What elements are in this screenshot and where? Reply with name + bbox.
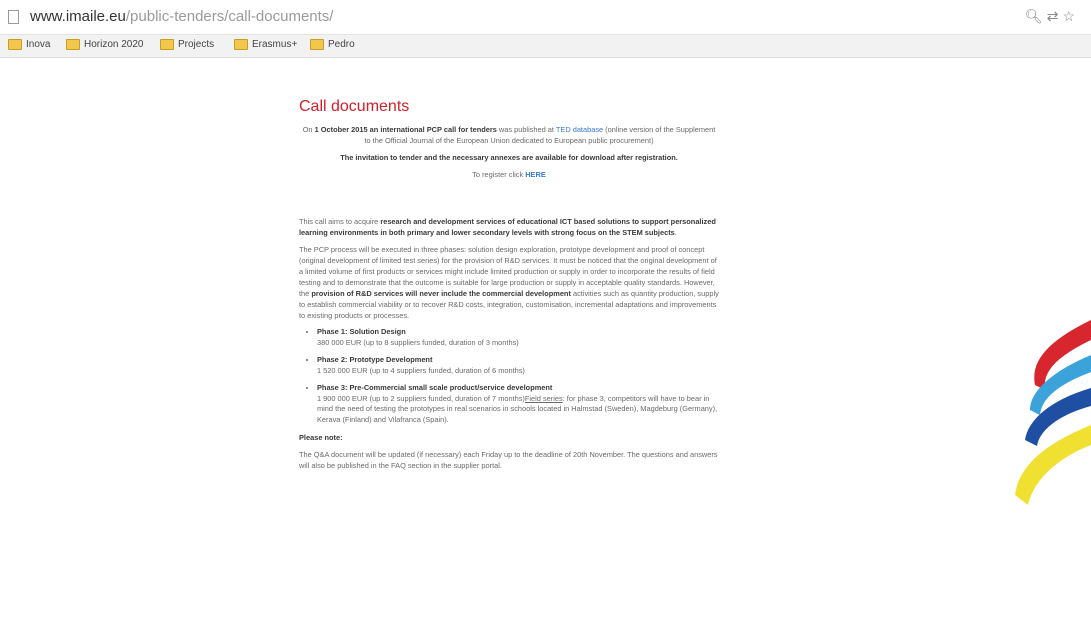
intro-paragraph: On 1 October 2015 an international PCP c… (299, 124, 719, 146)
list-item: Phase 1: Solution Design380 000 EUR (up … (317, 327, 719, 348)
bookmark-projects[interactable]: Projects (160, 39, 214, 50)
download-notice: The invitation to tender and the necessa… (340, 153, 678, 162)
folder-icon (310, 39, 324, 50)
text: was published at (496, 125, 556, 134)
phase-detail: 1 900 000 EUR (up to 2 suppliers funded,… (317, 394, 719, 426)
bookmark-pedro[interactable]: Pedro (310, 39, 355, 50)
text: 1 900 000 EUR (up to 2 suppliers funded,… (317, 393, 525, 403)
url-domain: www.imaile.eu (30, 8, 126, 25)
note-label: Please note: (299, 433, 343, 442)
phase-title: Phase 2: Prototype Development (317, 355, 433, 364)
zoom-icon[interactable]: 🔍︎ (1025, 8, 1047, 24)
aim-paragraph: This call aims to acquire research and d… (299, 216, 719, 238)
bookmarks-bar: Inova Horizon 2020 Projects Erasmus+ Ped… (0, 35, 1091, 58)
phase-detail: 1 520 000 EUR (up to 4 suppliers funded,… (317, 365, 525, 375)
register-here-link[interactable]: HERE (525, 170, 546, 179)
star-icon[interactable]: ☆ (1062, 8, 1079, 24)
bookmark-label: Pedro (328, 39, 355, 50)
folder-icon (234, 39, 248, 50)
list-item: Phase 2: Prototype Development1 520 000 … (317, 355, 719, 376)
phase-title: Phase 3: Pre-Commercial small scale prod… (317, 383, 553, 392)
bookmark-label: Erasmus+ (252, 39, 298, 50)
field-series-link[interactable]: Field series (525, 394, 563, 403)
phase-title: Phase 1: Solution Design (317, 327, 406, 336)
url-path: /public-tenders/call-documents/ (125, 8, 334, 25)
phase-detail: 380 000 EUR (up to 8 suppliers funded, d… (317, 337, 519, 347)
bookmark-erasmus[interactable]: Erasmus+ (234, 39, 297, 50)
bold-text: 1 October 2015 an international PCP call… (314, 125, 497, 134)
note-text: The Q&A document will be updated (if nec… (299, 450, 718, 470)
text: On (302, 125, 315, 134)
translate-icon[interactable]: ⇄ (1047, 8, 1063, 24)
text: To register click (472, 170, 526, 179)
bookmark-label: Horizon 2020 (84, 39, 144, 50)
folder-icon (66, 39, 80, 50)
bookmark-inova[interactable]: Inova (8, 39, 50, 50)
main-content: Call documents On 1 October 2015 an inte… (299, 98, 719, 477)
register-paragraph: To register click HERE (299, 169, 719, 180)
bookmark-label: Inova (26, 39, 51, 50)
list-item: Phase 3: Pre-Commercial small scale prod… (317, 383, 719, 425)
phases-list: Phase 1: Solution Design380 000 EUR (up … (299, 327, 719, 425)
address-bar[interactable]: www.imaile.eu/public-tenders/call-docume… (0, 0, 1091, 35)
page-title: Call documents (299, 98, 410, 115)
imaile-logo (1015, 320, 1091, 505)
text: . (674, 228, 677, 237)
address-bar-actions: 🔍︎⇄☆ (1025, 8, 1079, 25)
url-text[interactable]: www.imaile.eu/public-tenders/call-docume… (30, 8, 333, 25)
bookmark-label: Projects (178, 39, 215, 50)
folder-icon (8, 39, 22, 50)
page-icon (8, 10, 19, 24)
folder-icon (160, 39, 174, 50)
ted-database-link[interactable]: TED database (556, 125, 603, 134)
bold-text: provision of R&D services will never inc… (311, 289, 571, 298)
text: This call aims to acquire (299, 217, 381, 226)
pcp-paragraph: The PCP process will be executed in thre… (299, 244, 719, 321)
bookmark-horizon-2020[interactable]: Horizon 2020 (66, 39, 143, 50)
